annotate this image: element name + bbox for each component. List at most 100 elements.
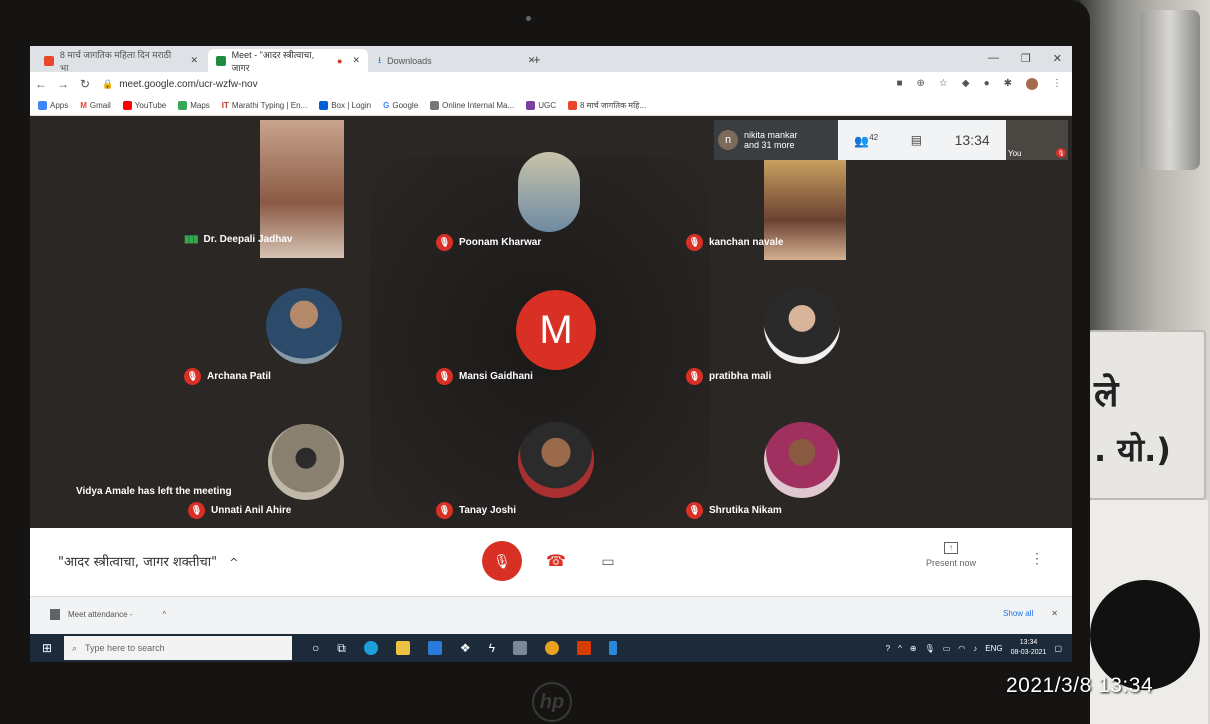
download-item[interactable]: Meet attendance - ^ [50, 609, 166, 620]
download-icon: ⭳ [378, 54, 382, 65]
taskbar-apps: ○ ⧉ ❖ ϟ [312, 640, 617, 656]
extension-icon[interactable]: ◆ [962, 78, 970, 90]
puzzle-icon[interactable]: ✱ [1004, 78, 1012, 90]
muted-mic-icon: 🎙 [686, 368, 703, 385]
muted-mic-icon: 🎙 [686, 234, 703, 251]
preview-name: nikita mankar [744, 130, 798, 140]
box-icon [319, 101, 329, 110]
globe-icon [430, 101, 440, 110]
mic-off-icon: 🎙 [493, 552, 511, 569]
office-icon[interactable] [576, 640, 591, 655]
extension-icon[interactable]: ● [984, 78, 990, 90]
window-close-icon[interactable]: ✕ [1053, 52, 1062, 65]
bookmark-item[interactable]: IT Marathi Typing | En... [222, 101, 307, 110]
minimize-icon[interactable]: — [988, 52, 999, 65]
menu-icon[interactable]: ⋮ [1052, 78, 1062, 90]
chevron-up-icon[interactable]: ^ [898, 644, 902, 653]
tab-meet[interactable]: Meet - "आदर स्त्रीत्वाचा, जागर ● ✕ [208, 49, 368, 73]
participant-video [518, 152, 580, 232]
bookmark-item[interactable]: M Gmail [80, 101, 111, 110]
language-indicator[interactable]: ENG [985, 644, 1002, 653]
photo-scene: ले . यो.) hp 8 मार्च जागतिक महिला दिन मर… [0, 0, 1210, 724]
app-icon[interactable] [608, 640, 617, 655]
participant-video [266, 288, 342, 364]
browser-tab-bar: 8 मार्च जागतिक महिला दिन मराठी भा ✕ Meet… [30, 46, 1072, 73]
bookmark-item[interactable]: Online Internal Ma... [430, 101, 514, 110]
present-now-button[interactable]: ↑ Present now [926, 542, 976, 568]
volume-icon[interactable]: ♪ [973, 644, 977, 653]
mic-icon[interactable]: 🎙 [925, 644, 935, 653]
windows-start-icon[interactable]: ⊞ [30, 641, 64, 655]
muted-mic-icon: 🎙 [184, 368, 201, 385]
chrome-icon[interactable] [544, 640, 559, 655]
camera-toggle-button[interactable]: ▭ [588, 541, 628, 581]
bottle [1140, 10, 1200, 170]
chevron-up-icon[interactable]: ^ [162, 610, 166, 619]
bookmark-item[interactable]: Maps [178, 101, 210, 110]
camera-indicator-icon[interactable]: ■ [896, 78, 902, 90]
hang-up-icon: ☎ [546, 553, 566, 570]
bookmark-item[interactable]: Apps [38, 101, 68, 110]
mail-icon[interactable] [427, 640, 442, 655]
bookmark-item[interactable]: Box | Login [319, 101, 371, 110]
youtube-icon [122, 101, 132, 110]
participant-video [518, 422, 594, 498]
meet-top-controls: 👥42 ▤ 13:34 [838, 120, 1006, 160]
zoom-icon[interactable]: ⊕ [917, 78, 925, 90]
tab-womens-day[interactable]: 8 मार्च जागतिक महिला दिन मराठी भा ✕ [36, 49, 206, 73]
meeting-details[interactable]: "आदर स्त्रीत्वाचा, जागर शक्तीचा" ^ [58, 552, 238, 570]
tab-downloads[interactable]: ⭳ Downloads ✕ [370, 49, 535, 72]
search-placeholder: Type here to search [85, 643, 165, 653]
google-icon: G [383, 101, 390, 110]
close-icon[interactable]: ✕ [1051, 609, 1058, 618]
taskbar-search[interactable]: ⌕ Type here to search [64, 636, 292, 660]
recording-dot-icon: ● [337, 55, 343, 66]
restore-icon[interactable]: ❐ [1021, 52, 1031, 65]
show-all-link[interactable]: Show all [1003, 609, 1033, 618]
star-icon[interactable]: ☆ [939, 78, 948, 90]
close-icon[interactable]: ✕ [352, 55, 360, 66]
participants-preview[interactable]: n nikita mankar and 31 more [714, 120, 838, 160]
mic-toggle-button[interactable]: 🎙 [482, 541, 522, 581]
reload-icon[interactable]: ↻ [74, 77, 96, 91]
bookmark-item[interactable]: UGC [526, 101, 556, 110]
meet-favicon-icon [216, 55, 226, 66]
file-explorer-icon[interactable] [395, 640, 410, 655]
leave-call-button[interactable]: ☎ [536, 541, 576, 581]
people-icon: 👥 [854, 133, 870, 148]
battery-icon[interactable]: ▭ [943, 644, 951, 653]
tab-label: Downloads [387, 55, 432, 66]
new-tab-button[interactable]: + [533, 52, 541, 67]
back-icon[interactable]: ← [30, 77, 52, 91]
task-view-icon[interactable]: ⧉ [337, 641, 346, 656]
camera-app-icon[interactable] [512, 640, 527, 655]
cortana-icon[interactable]: ○ [312, 641, 319, 656]
bookmark-item[interactable]: YouTube [122, 101, 166, 110]
lightning-icon[interactable]: ϟ [489, 641, 495, 656]
self-view[interactable]: You 🎙 [1006, 120, 1068, 160]
address-bar-row: ← → ↻ 🔒 meet.google.com/ucr-wzfw-nov ■ ⊕… [30, 72, 1072, 96]
webcam-dot [526, 16, 531, 21]
bookmark-item[interactable]: G Google [383, 101, 418, 110]
chat-icon[interactable]: ▤ [911, 133, 922, 147]
preview-more: and 31 more [744, 140, 795, 150]
bookmark-item[interactable]: 8 मार्च जागतिक महि... [567, 100, 646, 111]
muted-mic-icon: 🎙 [686, 502, 703, 519]
edge-icon[interactable] [363, 640, 378, 655]
url-field[interactable]: meet.google.com/ucr-wzfw-nov [119, 79, 257, 90]
forward-icon[interactable]: → [52, 77, 74, 91]
people-button[interactable]: 👥42 [854, 133, 878, 148]
profile-avatar[interactable] [1026, 78, 1038, 90]
dropbox-icon[interactable]: ❖ [460, 641, 471, 656]
speaking-indicator-icon: ▮▮▮ [184, 234, 198, 245]
network-icon[interactable]: ⊕ [910, 644, 917, 653]
search-icon: ⌕ [72, 642, 78, 653]
help-icon[interactable]: ? [886, 644, 890, 653]
wifi-icon[interactable]: ◠ [958, 644, 965, 653]
taskbar-clock[interactable]: 13:34 08-03-2021 [1011, 638, 1047, 658]
more-options-icon[interactable]: ⋮ [1030, 550, 1044, 567]
notification-icon[interactable]: ▢ [1054, 644, 1062, 653]
hp-logo: hp [532, 682, 572, 722]
participant-video [764, 422, 840, 498]
close-icon[interactable]: ✕ [190, 55, 198, 66]
